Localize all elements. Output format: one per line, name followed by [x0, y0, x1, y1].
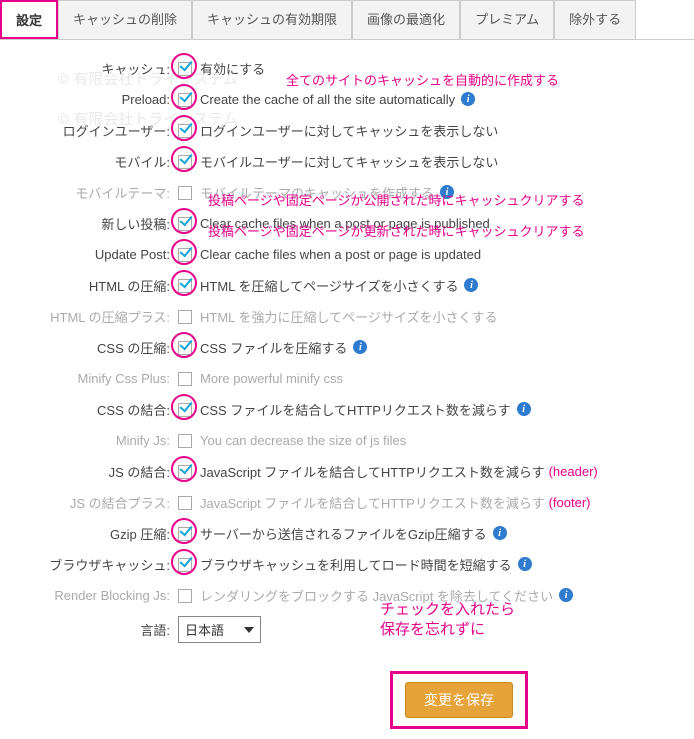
setting-label: Update Post:: [10, 247, 178, 262]
setting-label: HTML の圧縮プラス:: [10, 307, 178, 326]
setting-row: Gzip 圧縮: サーバーから送信されるファイルをGzip圧縮する i: [10, 523, 684, 543]
checkbox[interactable]: [178, 153, 194, 169]
checkbox[interactable]: [178, 587, 194, 603]
setting-row: CSS の結合: CSS ファイルを結合してHTTPリクエスト数を減らす i: [10, 399, 684, 419]
setting-description: CSS ファイルを結合してHTTPリクエスト数を減らす: [200, 400, 511, 419]
checkbox[interactable]: [178, 91, 194, 107]
chevron-down-icon: [244, 627, 254, 633]
setting-description: 有効にする: [200, 59, 265, 78]
setting-row: JS の結合: JavaScript ファイルを結合してHTTPリクエスト数を減ら…: [10, 461, 684, 481]
setting-row: HTML の圧縮プラス: HTML を強力に圧縮してページサイズを小さくする: [10, 306, 684, 326]
setting-description: ログインユーザーに対してキャッシュを表示しない: [200, 121, 498, 140]
checkbox[interactable]: [178, 277, 194, 293]
setting-label: CSS の結合:: [10, 400, 178, 419]
setting-label: Preload:: [10, 92, 178, 107]
info-icon[interactable]: i: [464, 278, 478, 292]
setting-row: Minify Css Plus: More powerful minify css: [10, 368, 684, 388]
setting-description: CSS ファイルを圧縮する: [200, 338, 347, 357]
tab-premium[interactable]: プレミアム: [460, 0, 554, 39]
setting-row: モバイルテーマ: モバイルテーマのキャッシュを作成する i: [10, 182, 684, 202]
setting-description: Clear cache files when a post or page is…: [200, 247, 481, 262]
setting-label: Gzip 圧縮:: [10, 524, 178, 543]
checkbox[interactable]: [178, 494, 194, 510]
checkbox[interactable]: [178, 432, 194, 448]
setting-label: ログインユーザー:: [10, 121, 178, 140]
info-icon[interactable]: i: [493, 526, 507, 540]
setting-description: HTML を強力に圧縮してページサイズを小さくする: [200, 307, 497, 326]
setting-row: キャッシュ: 有効にする: [10, 58, 684, 78]
setting-description: ブラウザキャッシュを利用してロード時間を短縮する: [200, 555, 512, 574]
setting-description: JavaScript ファイルを結合してHTTPリクエスト数を減らす: [200, 493, 545, 512]
setting-row: Render Blocking Js: レンダリングをブロックする JavaScr…: [10, 585, 684, 605]
setting-label: JS の結合プラス:: [10, 493, 178, 512]
tab-exclude[interactable]: 除外する: [554, 0, 636, 39]
checkbox[interactable]: [178, 370, 194, 386]
setting-note: (footer): [549, 495, 591, 510]
checkbox[interactable]: [178, 60, 194, 76]
save-button[interactable]: 変更を保存: [405, 682, 513, 718]
tab-cache-expiry[interactable]: キャッシュの有効期限: [192, 0, 352, 39]
setting-row: ブラウザキャッシュ: ブラウザキャッシュを利用してロード時間を短縮する i: [10, 554, 684, 574]
setting-row: Preload: Create the cache of all the site…: [10, 89, 684, 109]
checkbox[interactable]: [178, 556, 194, 572]
setting-description: Clear cache files when a post or page is…: [200, 216, 490, 231]
language-label: 言語:: [10, 620, 178, 639]
checkbox[interactable]: [178, 401, 194, 417]
tab-bar: 設定 キャッシュの削除 キャッシュの有効期限 画像の最適化 プレミアム 除外する: [0, 0, 694, 40]
setting-description: You can decrease the size of js files: [200, 433, 406, 448]
setting-row: JS の結合プラス: JavaScript ファイルを結合してHTTPリクエスト数…: [10, 492, 684, 512]
info-icon[interactable]: i: [559, 588, 573, 602]
checkbox[interactable]: [178, 308, 194, 324]
checkbox[interactable]: [178, 122, 194, 138]
tab-image-optimize[interactable]: 画像の最適化: [352, 0, 460, 39]
setting-description: レンダリングをブロックする JavaScript を除去してください: [200, 586, 553, 605]
checkbox[interactable]: [178, 184, 194, 200]
setting-row: Minify Js: You can decrease the size of j…: [10, 430, 684, 450]
setting-label: キャッシュ:: [10, 59, 178, 78]
setting-row: CSS の圧縮: CSS ファイルを圧縮する i: [10, 337, 684, 357]
info-icon[interactable]: i: [461, 92, 475, 106]
setting-description: JavaScript ファイルを結合してHTTPリクエスト数を減らす: [200, 462, 545, 481]
setting-row: モバイル: モバイルユーザーに対してキャッシュを表示しない: [10, 151, 684, 171]
checkbox[interactable]: [178, 215, 194, 231]
setting-description: モバイルユーザーに対してキャッシュを表示しない: [200, 152, 498, 171]
setting-label: Minify Css Plus:: [10, 371, 178, 386]
setting-label: CSS の圧縮:: [10, 338, 178, 357]
setting-label: ブラウザキャッシュ:: [10, 555, 178, 574]
setting-row: HTML の圧縮: HTML を圧縮してページサイズを小さくする i: [10, 275, 684, 295]
setting-row: 新しい投稿: Clear cache files when a post or p…: [10, 213, 684, 233]
setting-description: モバイルテーマのキャッシュを作成する: [200, 183, 434, 202]
setting-label: モバイルテーマ:: [10, 183, 178, 202]
info-icon[interactable]: i: [518, 557, 532, 571]
settings-form: © 有限会社トライシステム © 有限会社トライシステム 全てのサイトのキャッシュ…: [0, 40, 694, 739]
setting-description: More powerful minify css: [200, 371, 343, 386]
checkbox[interactable]: [178, 463, 194, 479]
setting-description: Create the cache of all the site automat…: [200, 92, 455, 107]
info-icon[interactable]: i: [353, 340, 367, 354]
setting-row: ログインユーザー: ログインユーザーに対してキャッシュを表示しない: [10, 120, 684, 140]
language-value: 日本語: [185, 620, 224, 639]
setting-label: モバイル:: [10, 152, 178, 171]
setting-label: 新しい投稿:: [10, 214, 178, 233]
setting-row: Update Post: Clear cache files when a pos…: [10, 244, 684, 264]
info-icon[interactable]: i: [517, 402, 531, 416]
tab-settings[interactable]: 設定: [0, 0, 58, 39]
info-icon[interactable]: i: [440, 185, 454, 199]
setting-label: HTML の圧縮:: [10, 276, 178, 295]
checkbox[interactable]: [178, 246, 194, 262]
setting-description: サーバーから送信されるファイルをGzip圧縮する: [200, 524, 487, 543]
setting-note: (header): [549, 464, 598, 479]
setting-label: Render Blocking Js:: [10, 588, 178, 603]
tab-delete-cache[interactable]: キャッシュの削除: [58, 0, 192, 39]
checkbox[interactable]: [178, 339, 194, 355]
setting-label: Minify Js:: [10, 433, 178, 448]
checkbox[interactable]: [178, 525, 194, 541]
save-highlight-box: 変更を保存: [390, 671, 528, 729]
language-select[interactable]: 日本語: [178, 616, 261, 643]
setting-description: HTML を圧縮してページサイズを小さくする: [200, 276, 458, 295]
setting-label: JS の結合:: [10, 462, 178, 481]
